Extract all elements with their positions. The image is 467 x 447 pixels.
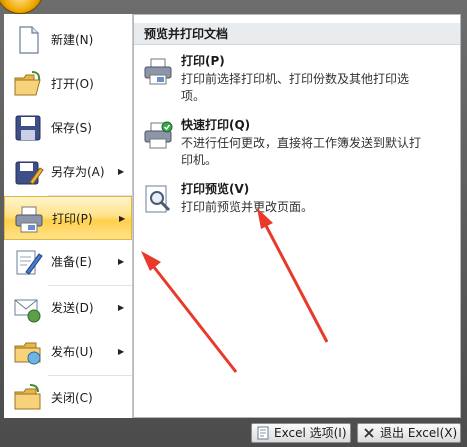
submenu-item-print[interactable]: 打印(P) 打印前选择打印机、打印份数及其他打印选项。 xyxy=(134,53,460,109)
submenu-arrow-icon: ▶ xyxy=(118,347,125,356)
submenu-item-description: 打印前预览并更改页面。 xyxy=(181,200,314,214)
submenu-header: 预览并打印文档 xyxy=(134,23,460,45)
publish-icon xyxy=(14,342,41,365)
menu-item-label: 发送(D) xyxy=(51,301,94,315)
exit-excel-button[interactable]: 退出 Excel(X) xyxy=(357,423,461,443)
print-preview-icon xyxy=(145,185,171,213)
printer-icon xyxy=(144,58,172,85)
open-folder-icon xyxy=(14,71,41,96)
menu-item-publish[interactable]: 发布(U) ▶ xyxy=(4,330,132,374)
menu-item-save-as[interactable]: 另存为(A) ▶ xyxy=(4,150,132,194)
submenu-item-quick-print[interactable]: 快速打印(Q) 不进行任何更改，直接将工作簿发送到默认打印机。 xyxy=(134,117,460,173)
printer-icon xyxy=(15,206,43,233)
exit-excel-label: 退出 Excel(X) xyxy=(380,426,458,440)
menu-item-print[interactable]: 打印(P) ▶ xyxy=(4,196,132,240)
submenu-item-title: 打印(P) xyxy=(181,54,225,68)
excel-options-button[interactable]: Excel 选项(I) xyxy=(251,423,351,443)
submenu-item-title: 快速打印(Q) xyxy=(181,118,251,132)
menu-item-label: 保存(S) xyxy=(51,121,92,135)
menu-item-label: 发布(U) xyxy=(51,345,94,359)
menu-item-send[interactable]: 发送(D) ▶ xyxy=(4,286,132,330)
submenu-arrow-icon: ▶ xyxy=(118,257,125,266)
submenu-arrow-icon: ▶ xyxy=(119,214,126,223)
office-menu-left-pane: 新建(N) 打开(O) 保存(S) 另存为(A) ▶ 打印(P) ▶ 准备(E)… xyxy=(4,14,133,418)
menu-item-prepare[interactable]: 准备(E) ▶ xyxy=(4,240,132,284)
send-icon xyxy=(14,299,41,323)
menu-item-open[interactable]: 打开(O) xyxy=(4,62,132,106)
submenu-item-title: 打印预览(V) xyxy=(181,182,250,196)
submenu-item-description: 不进行任何更改，直接将工作簿发送到默认打印机。 xyxy=(181,136,422,167)
close-x-icon xyxy=(364,428,374,438)
submenu-item-description: 打印前选择打印机、打印份数及其他打印选项。 xyxy=(181,72,410,103)
menu-item-close[interactable]: 关闭(C) xyxy=(4,376,132,420)
excel-options-label: Excel 选项(I) xyxy=(274,426,347,440)
menu-item-label: 打印(P) xyxy=(52,212,93,226)
office-menu-bottom-bar: Excel 选项(I) 退出 Excel(X) xyxy=(0,418,467,447)
submenu-item-print-preview[interactable]: 打印预览(V) 打印前预览并更改页面。 xyxy=(134,181,460,225)
quick-print-icon xyxy=(144,121,173,149)
new-document-icon xyxy=(19,26,39,54)
close-folder-icon xyxy=(14,384,41,410)
prepare-pen-icon xyxy=(16,250,43,275)
menu-item-label: 打开(O) xyxy=(51,77,94,91)
menu-item-label: 准备(E) xyxy=(51,255,92,269)
menu-item-label: 关闭(C) xyxy=(51,391,93,405)
menu-item-save[interactable]: 保存(S) xyxy=(4,106,132,150)
menu-item-new[interactable]: 新建(N) xyxy=(4,18,132,62)
floppy-disk-icon xyxy=(15,115,41,141)
options-document-icon xyxy=(257,426,269,440)
submenu-arrow-icon: ▶ xyxy=(118,303,125,312)
menu-item-label: 另存为(A) xyxy=(51,165,105,179)
save-as-icon xyxy=(15,161,44,185)
print-submenu-pane: 预览并打印文档 打印(P) 打印前选择打印机、打印份数及其他打印选项。 快速打印… xyxy=(133,14,461,418)
menu-item-label: 新建(N) xyxy=(51,33,94,47)
submenu-arrow-icon: ▶ xyxy=(118,167,125,176)
